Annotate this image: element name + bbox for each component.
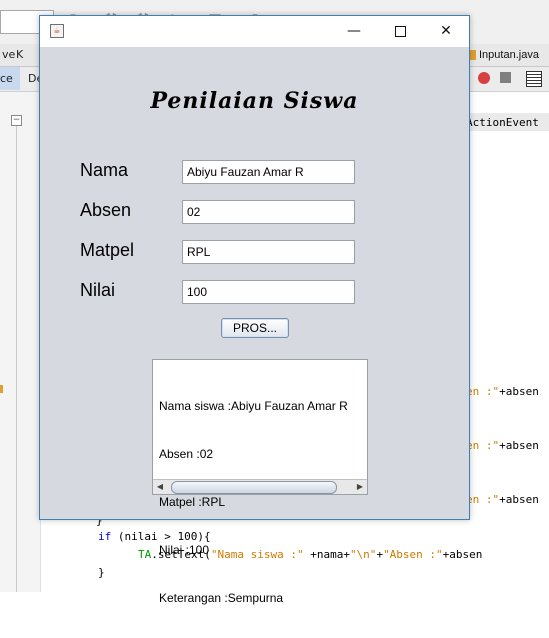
result-line-nama: Nama siswa :Abiyu Fauzan Amar R [159, 399, 348, 413]
palette-icon[interactable] [526, 71, 542, 87]
result-line-matpel: Matpel :RPL [159, 495, 226, 509]
maximize-button[interactable] [377, 16, 423, 47]
nama-label: Nama [80, 160, 129, 180]
result-text: Nama siswa :Abiyu Fauzan Amar R Absen :0… [159, 366, 348, 638]
scroll-left-icon[interactable]: ◀ [153, 480, 167, 494]
code-absen-line-1: en :"+absen [466, 385, 539, 398]
nilai-label: Nilai [80, 280, 116, 300]
ide-file-tab-left[interactable]: ve [0, 46, 17, 64]
code-absen-line-2: en :"+absen [466, 439, 539, 452]
result-line-keterangan: Keterangan :Sempurna [159, 591, 284, 605]
absen-label: Absen [80, 200, 132, 220]
absen-field[interactable]: 02 [182, 200, 355, 224]
close-button[interactable]: ✕ [423, 16, 469, 47]
result-textarea[interactable]: Nama siswa :Abiyu Fauzan Amar R Absen :0… [152, 359, 368, 605]
result-line-absen: Absen :02 [159, 447, 214, 461]
ide-file-tab-left2[interactable]: K [16, 46, 23, 64]
form-heading: Penilaian Siswa [150, 88, 359, 114]
process-button[interactable]: PROS... [221, 318, 289, 338]
matpel-label: Matpel [80, 240, 135, 260]
horizontal-scrollbar[interactable]: ◀ ▶ [153, 479, 367, 494]
result-line-nilai: Nilai :100 [159, 543, 210, 557]
code-action-event: ActionEvent [466, 116, 539, 129]
ide-file-tab-inputan[interactable]: Inputan.java [468, 46, 539, 64]
nilai-field[interactable]: 100 [182, 280, 355, 304]
ide-source-tab[interactable]: ce [0, 67, 20, 90]
scroll-right-icon[interactable]: ▶ [353, 480, 367, 494]
code-fold-guide [16, 126, 17, 592]
scrollbar-thumb[interactable] [171, 481, 337, 494]
matpel-field[interactable]: RPL [182, 240, 355, 264]
maximize-icon [394, 25, 406, 37]
ide-line-gutter [0, 92, 41, 592]
minimize-button[interactable]: — [331, 16, 377, 47]
java-app-icon: ☕ [50, 24, 64, 38]
window-titlebar[interactable]: ☕ — ✕ [40, 16, 469, 47]
ide-file-tab-inputan-label: Inputan.java [479, 49, 539, 61]
record-macro-icon[interactable] [478, 72, 490, 84]
code-brace-2: } [98, 566, 105, 579]
nama-field[interactable]: Abiyu Fauzan Amar R [182, 160, 355, 184]
penilaian-window: ☕ — ✕ Penilaian Siswa Nama Abiyu Fauzan … [39, 15, 470, 605]
code-fold-icon[interactable]: − [11, 115, 22, 126]
stop-macro-icon[interactable] [500, 72, 511, 83]
code-absen-line-3: en :"+absen [466, 493, 539, 506]
breakpoint-marker [0, 385, 3, 393]
